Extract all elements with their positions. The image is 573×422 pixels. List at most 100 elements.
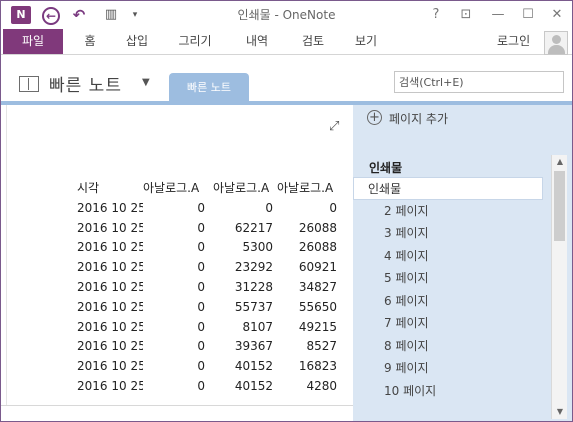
avatar-body-icon <box>548 45 565 54</box>
table-row: 2016 10 25 0 55737 55650 <box>77 298 353 318</box>
scroll-up-icon[interactable]: ▲ <box>552 155 568 169</box>
page-item[interactable]: 6 페이지 <box>353 290 549 313</box>
pages-scrollbar[interactable]: ▲ ▼ <box>551 155 567 419</box>
minimize-button[interactable]: — <box>487 5 509 25</box>
section-tab-quick-notes[interactable]: 빠른 노트 <box>169 73 249 102</box>
table-row: 2016 10 25 0 39367 8527 <box>77 337 353 357</box>
table-cell: 0 <box>197 319 205 334</box>
tab-insert[interactable]: 삽입 <box>117 29 157 54</box>
table-cell: 8107 <box>242 319 273 334</box>
table-cell: 2016 10 25 <box>77 200 143 215</box>
table-cell: 26088 <box>298 220 337 235</box>
notebook-bar: 빠른 노트 ▼ 빠른 노트 <box>1 56 572 102</box>
chevron-down-icon[interactable]: ▼ <box>142 77 150 88</box>
table-cell: 0 <box>197 220 205 235</box>
page-item[interactable]: 5 페이지 <box>353 267 549 290</box>
table-cell: 55737 <box>234 299 273 314</box>
table-cell: 34827 <box>298 279 337 294</box>
title-bar: N ← ↶ ▥ ▾ 인쇄물 - OneNote ? ⊡ — ☐ ✕ <box>1 1 572 29</box>
onenote-app-icon: N <box>11 6 31 24</box>
table-row: 2016 10 25 0 62217 26088 <box>77 219 353 239</box>
table-cell: 16823 <box>298 359 337 374</box>
scroll-down-icon[interactable]: ▼ <box>552 405 568 419</box>
scrollbar-thumb[interactable] <box>554 171 565 241</box>
table-cell: 0 <box>197 339 205 354</box>
table-header-cell: 아날로그.A <box>143 181 200 195</box>
tab-file[interactable]: 파일 <box>3 29 63 54</box>
table-cell: 2016 10 25 <box>77 220 143 235</box>
pages-pane: + 페이지 추가 인쇄물 인쇄물 2 페이지 3 페이지 4 페이지 5 페이지… <box>353 105 572 421</box>
section-title: 인쇄물 <box>369 161 403 175</box>
table-cell: 39367 <box>234 339 273 354</box>
add-page-button[interactable]: + 페이지 추가 <box>353 105 572 132</box>
avatar-head-icon <box>552 35 561 44</box>
table-cell: 40152 <box>234 359 273 374</box>
table-cell: 60921 <box>298 260 337 275</box>
search-box[interactable] <box>394 71 564 93</box>
tab-view[interactable]: 보기 <box>349 29 383 54</box>
table-cell: 2016 10 25 <box>77 240 143 255</box>
search-input[interactable] <box>395 72 563 92</box>
onenote-window: N ← ↶ ▥ ▾ 인쇄물 - OneNote ? ⊡ — ☐ ✕ 파일 홈 삽… <box>0 0 573 422</box>
table-row: 2016 10 25 0 40152 4280 <box>77 377 353 397</box>
table-row: 2016 10 25 0 23292 60921 <box>77 258 353 278</box>
table-cell: 0 <box>197 279 205 294</box>
table-cell: 49215 <box>298 319 337 334</box>
dock-to-desktop-button[interactable]: ▥ <box>101 5 121 25</box>
notebook-title[interactable]: 빠른 노트 <box>49 71 122 96</box>
table-cell: 2016 10 25 <box>77 339 143 354</box>
table-header-cell: 아날로그.A <box>213 181 270 195</box>
table-cell: 2016 10 25 <box>77 260 143 275</box>
tab-home[interactable]: 홈 <box>75 29 105 54</box>
tab-history[interactable]: 내역 <box>237 29 277 54</box>
page-item[interactable]: 9 페이지 <box>353 357 549 380</box>
table-cell: 4280 <box>306 378 337 393</box>
table-cell: 0 <box>197 200 205 215</box>
page-item[interactable]: 7 페이지 <box>353 312 549 335</box>
page-item[interactable]: 인쇄물 <box>353 177 543 200</box>
table-cell: 8527 <box>306 339 337 354</box>
page-item[interactable]: 2 페이지 <box>353 200 549 223</box>
table-cell: 2016 10 25 <box>77 378 143 393</box>
add-circle-icon: + <box>367 110 382 125</box>
page-item[interactable]: 10 페이지 <box>353 380 549 403</box>
notebook-icon[interactable] <box>19 76 39 92</box>
table-cell: 5300 <box>242 240 273 255</box>
table-row: 2016 10 25 0 8107 49215 <box>77 318 353 338</box>
close-button[interactable]: ✕ <box>546 5 568 25</box>
data-table[interactable]: 시각 아날로그.A 아날로그.A 아날로그.A 2016 10 25 0 0 0 20… <box>77 179 353 397</box>
sign-in-link[interactable]: 로그인 <box>497 29 530 54</box>
tab-review[interactable]: 검토 <box>293 29 333 54</box>
maximize-button[interactable]: ☐ <box>517 5 539 25</box>
table-cell: 31228 <box>234 279 273 294</box>
note-canvas[interactable]: ⤢ 시각 아날로그.A 아날로그.A 아날로그.A 2016 10 25 0 0 0 … <box>6 105 353 405</box>
tab-draw[interactable]: 그리기 <box>173 29 217 54</box>
table-cell: 62217 <box>234 220 273 235</box>
table-cell: 40152 <box>234 378 273 393</box>
table-cell: 2016 10 25 <box>77 299 143 314</box>
table-cell: 0 <box>197 299 205 314</box>
table-cell: 0 <box>265 200 273 215</box>
undo-button[interactable]: ↶ <box>69 5 89 25</box>
customize-quick-access-button[interactable]: ▾ <box>129 5 141 25</box>
table-cell: 23292 <box>234 260 273 275</box>
help-button[interactable]: ? <box>425 5 447 25</box>
page-item[interactable]: 4 페이지 <box>353 245 549 268</box>
table-row: 2016 10 25 0 0 0 <box>77 199 353 219</box>
expand-icon[interactable]: ⤢ <box>329 119 339 134</box>
table-cell: 2016 10 25 <box>77 279 143 294</box>
page-item[interactable]: 3 페이지 <box>353 222 549 245</box>
table-cell: 0 <box>197 378 205 393</box>
table-header-row: 시각 아날로그.A 아날로그.A 아날로그.A <box>77 179 353 199</box>
table-header-cell: 아날로그.A <box>277 181 334 195</box>
table-row: 2016 10 25 0 5300 26088 <box>77 238 353 258</box>
table-cell: 0 <box>329 200 337 215</box>
back-arrow-icon: ← <box>42 7 60 25</box>
page-item[interactable]: 8 페이지 <box>353 335 549 358</box>
ribbon-display-options-button[interactable]: ⊡ <box>455 5 477 25</box>
ribbon-tabs: 파일 홈 삽입 그리기 내역 검토 보기 로그인 <box>1 29 572 55</box>
avatar[interactable] <box>544 31 568 55</box>
back-button[interactable]: ← <box>41 5 61 25</box>
table-cell: 0 <box>197 359 205 374</box>
table-cell: 0 <box>197 240 205 255</box>
